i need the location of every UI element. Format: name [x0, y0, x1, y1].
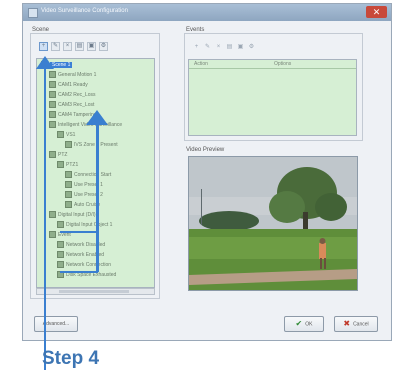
annotation-horizontal-connector-2: [60, 271, 98, 273]
tree-item[interactable]: Connection Start: [65, 171, 111, 180]
checkmark-icon: ✔: [295, 319, 303, 328]
events-list[interactable]: Action Options: [188, 59, 357, 136]
video-frame-image: [189, 157, 357, 290]
tree-node-icon: [49, 121, 56, 129]
tree-item[interactable]: Network Connection: [57, 261, 111, 270]
column-header-action[interactable]: Action: [194, 61, 208, 67]
cancel-button[interactable]: ✖ Cancel: [334, 316, 378, 332]
events-paste-icon[interactable]: ▣: [236, 43, 245, 51]
tree-node-icon: [49, 151, 56, 159]
tree-item-label: Network Disabled: [66, 242, 106, 248]
scene-toolbar: + ✎ × ▤ ▣ ⚙: [39, 42, 139, 52]
tree-item[interactable]: Auto Cruise: [65, 201, 100, 210]
tree-node-icon: [65, 181, 72, 189]
tree-node-icon: [57, 251, 64, 259]
events-edit-icon[interactable]: ✎: [203, 43, 212, 51]
close-button[interactable]: ✕: [366, 6, 387, 18]
edit-icon[interactable]: ✎: [51, 42, 60, 51]
tree-item-label: Digital Input Object 1: [66, 222, 113, 228]
events-delete-icon[interactable]: ×: [214, 43, 223, 51]
app-icon: [28, 8, 38, 18]
column-header-options[interactable]: Options: [274, 61, 291, 67]
tree-item-label: Network Connection: [66, 262, 112, 268]
events-settings-icon[interactable]: ⚙: [247, 43, 256, 51]
tree-item[interactable]: VS1: [57, 131, 75, 140]
tree-item-label: CAM3 Rec_Lost: [58, 102, 95, 108]
tree-item-label: PTZ1: [66, 162, 79, 168]
window-title: Video Surveillance Configuration: [41, 8, 128, 14]
settings-icon[interactable]: ⚙: [99, 42, 108, 51]
tree-node-icon: [49, 101, 56, 109]
tree-node-icon: [49, 111, 56, 119]
annotation-arrow-head-1: [36, 56, 54, 69]
tree-node-icon: [57, 241, 64, 249]
tree-item[interactable]: PTZ: [49, 151, 67, 160]
tree-item[interactable]: CAM1 Ready: [49, 81, 88, 90]
annotation-vertical-line: [44, 64, 46, 370]
tree-item-label: VS1: [66, 132, 76, 138]
tree-item[interactable]: CAM2 Rec_Loss: [49, 91, 96, 100]
tree-node-icon: [65, 191, 72, 199]
tree-node-icon: [49, 231, 56, 239]
tree-item-label: General Motion 1: [58, 72, 97, 78]
tree-node-icon: [49, 71, 56, 79]
add-icon[interactable]: +: [39, 42, 48, 51]
tree-item-label: Connection Start: [74, 172, 112, 178]
tree-node-icon: [57, 161, 64, 169]
header-divider: [189, 68, 356, 69]
step-label: Step 4: [42, 348, 100, 369]
tree-item[interactable]: General Motion 1: [49, 71, 96, 80]
tree-item[interactable]: Digital Input (D/I): [49, 211, 96, 220]
ok-button[interactable]: ✔ OK: [284, 316, 324, 332]
tree-horizontal-scrollbar[interactable]: [36, 288, 155, 295]
annotation-arrow-head-2: [86, 110, 108, 125]
tree-item[interactable]: PTZ1: [57, 161, 78, 170]
ok-button-label: OK: [305, 321, 313, 328]
cancel-x-icon: ✖: [343, 319, 351, 328]
events-add-icon[interactable]: +: [192, 43, 201, 51]
tree-item[interactable]: Digital Input Object 1: [57, 221, 112, 230]
tree-item[interactable]: CAM3 Rec_Lost: [49, 101, 94, 110]
video-preview-label: Video Preview: [186, 147, 225, 153]
tree-node-icon: [65, 141, 72, 149]
tree-item[interactable]: IVS Zone 1 Present: [65, 141, 118, 150]
title-bar[interactable]: Video Surveillance Configuration ✕: [23, 4, 391, 21]
tree-item-label: Digital Input (D/I): [58, 212, 96, 218]
tree-node-icon: [65, 171, 72, 179]
annotation-line-2: [96, 122, 99, 272]
tree-node-icon: [65, 201, 72, 209]
video-preview: [188, 156, 358, 291]
tree-item-label: CAM2 Rec_Loss: [58, 92, 96, 98]
tree-node-icon: [49, 81, 56, 89]
events-toolbar: + ✎ × ▤ ▣ ⚙: [192, 43, 292, 51]
advanced-button[interactable]: Advanced...: [34, 316, 78, 332]
tree-node-icon: [49, 91, 56, 99]
paste-icon[interactable]: ▣: [87, 42, 96, 51]
cancel-button-label: Cancel: [353, 321, 369, 328]
tree-item-label: PTZ: [58, 152, 68, 158]
tree-item-label: CAM1 Ready: [58, 82, 88, 88]
annotation-horizontal-connector: [60, 231, 98, 233]
tree-node-icon: [49, 211, 56, 219]
tree-node-icon: [57, 261, 64, 269]
events-copy-icon[interactable]: ▤: [225, 43, 234, 51]
tree-node-icon: [57, 221, 64, 229]
copy-icon[interactable]: ▤: [75, 42, 84, 51]
tree-node-icon: [57, 131, 64, 139]
scrollbar-thumb[interactable]: [59, 290, 129, 293]
delete-icon[interactable]: ×: [63, 42, 72, 51]
